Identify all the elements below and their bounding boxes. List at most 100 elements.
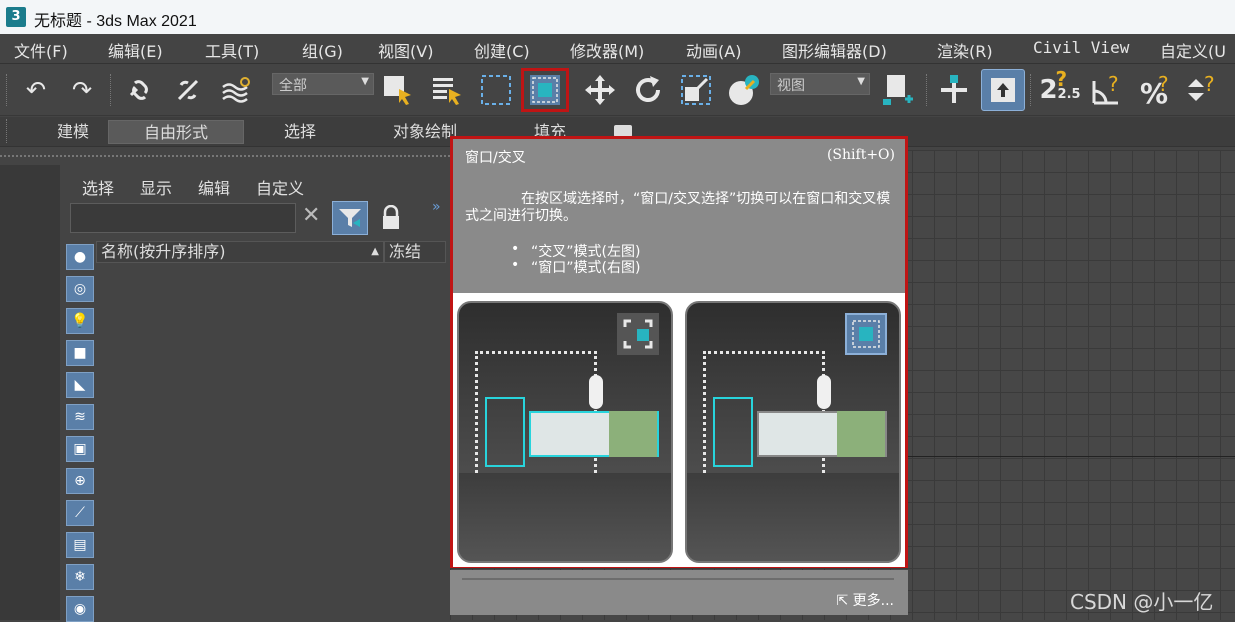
tooltip-title: 窗口/交叉 bbox=[465, 150, 526, 166]
menu-rendering[interactable]: 渲染(R) bbox=[937, 38, 993, 62]
container-icon: ▤ bbox=[73, 537, 87, 553]
menu-bar: 文件(F) 编辑(E) 工具(T) 组(G) 视图(V) 创建(C) 修改器(M… bbox=[0, 34, 1235, 64]
menu-modifiers[interactable]: 修改器(M) bbox=[570, 38, 644, 62]
link-button[interactable] bbox=[122, 72, 158, 108]
filter-icon bbox=[339, 209, 361, 227]
undo-icon: ↶ bbox=[25, 76, 47, 104]
display-space-warps-button[interactable]: ≋ bbox=[66, 404, 94, 430]
move-button[interactable] bbox=[582, 72, 618, 108]
cabinet-green-section bbox=[837, 411, 885, 457]
display-frozen-button[interactable]: ❄ bbox=[66, 564, 94, 590]
spinner-snap-icon: ? bbox=[1188, 73, 1215, 101]
angle-snap-button[interactable]: ? bbox=[1090, 72, 1126, 108]
display-hidden-button[interactable]: ◉ bbox=[66, 596, 94, 622]
snap-toggle-button[interactable]: 22.5? bbox=[1038, 67, 1082, 108]
menu-views[interactable]: 视图(V) bbox=[378, 38, 433, 62]
sphere-icon: ● bbox=[73, 249, 87, 265]
rectangular-selection-button[interactable] bbox=[478, 72, 514, 108]
sort-ascending-icon: ▲ bbox=[371, 246, 379, 257]
explorer-panel: 选择 显示 编辑 自定义 ✕ » 名称(按升序排序) ▲ 冻结 bbox=[62, 165, 450, 620]
explorer-search-input[interactable] bbox=[70, 203, 296, 233]
display-groups-button[interactable]: ▣ bbox=[66, 436, 94, 462]
tooltip-bullet-dot: • bbox=[511, 257, 520, 273]
select-object-icon bbox=[384, 76, 411, 105]
tab-freeform[interactable]: 自由形式 bbox=[108, 120, 244, 144]
window-crossing-button[interactable] bbox=[521, 68, 569, 112]
space-warp-icon bbox=[222, 77, 250, 103]
filter-toggle-button[interactable] bbox=[332, 201, 368, 235]
external-link-icon: ⇱ bbox=[836, 593, 849, 609]
pivot-point-icon bbox=[883, 75, 913, 105]
scale-button[interactable] bbox=[678, 72, 714, 108]
main-toolbar: ↶ ↷ 全部 ▼ 视图 ▼ 22.5 ? ? % ? ? bbox=[0, 64, 1235, 116]
svg-text:?: ? bbox=[1158, 73, 1169, 96]
menu-customize[interactable]: 自定义(U bbox=[1160, 38, 1226, 62]
select-by-name-button[interactable] bbox=[430, 72, 466, 108]
select-by-name-icon bbox=[433, 78, 461, 105]
menu-civil-view[interactable]: Civil View bbox=[1033, 38, 1129, 57]
spinner-snap-button[interactable]: ? bbox=[1184, 72, 1220, 108]
menu-animation[interactable]: 动画(A) bbox=[686, 38, 741, 62]
pivot-point-button[interactable] bbox=[880, 72, 916, 108]
crossing-mode-illustration bbox=[457, 301, 673, 563]
bind-space-warp-button[interactable] bbox=[218, 72, 254, 108]
display-geometry-button[interactable]: ● bbox=[66, 244, 94, 270]
watermark: CSDN @小一亿 bbox=[1070, 590, 1214, 614]
percent-snap-icon: %? bbox=[1140, 73, 1169, 107]
column-header-name[interactable]: 名称(按升序排序) ▲ bbox=[96, 241, 384, 263]
expand-panel-icon[interactable]: » bbox=[432, 199, 441, 215]
explorer-menu-edit[interactable]: 编辑 bbox=[198, 175, 230, 199]
rotate-button[interactable] bbox=[630, 72, 666, 108]
lock-icon[interactable] bbox=[380, 204, 402, 231]
display-lights-button[interactable]: 💡 bbox=[66, 308, 94, 334]
place-icon bbox=[729, 75, 759, 105]
tooltip-more-link[interactable]: ⇱ 更多... bbox=[836, 590, 894, 610]
menu-create[interactable]: 创建(C) bbox=[474, 38, 530, 62]
ribbon-grip bbox=[6, 119, 8, 143]
display-helpers-button[interactable]: ◣ bbox=[66, 372, 94, 398]
explorer-menu-select[interactable]: 选择 bbox=[82, 175, 114, 199]
shapes-icon: ◎ bbox=[73, 281, 87, 297]
selection-filter-dropdown[interactable]: 全部 ▼ bbox=[272, 73, 374, 95]
space-warp-icon: ≋ bbox=[74, 409, 86, 425]
percent-snap-button[interactable]: %? bbox=[1138, 72, 1174, 108]
shortcut-override-icon bbox=[991, 78, 1015, 102]
explorer-menu-customize[interactable]: 自定义 bbox=[256, 175, 304, 199]
place-button[interactable] bbox=[726, 72, 762, 108]
column-frozen-label: 冻结 bbox=[389, 242, 422, 261]
tooltip-description: 在按区域选择时，“窗口/交叉选择”切换可以在窗口和交叉模式之间进行切换。 bbox=[465, 191, 891, 224]
manipulate-icon bbox=[941, 75, 967, 103]
explorer-menu-display[interactable]: 显示 bbox=[140, 175, 172, 199]
app-logo-icon: 3 bbox=[6, 7, 26, 27]
undo-button[interactable]: ↶ bbox=[18, 72, 54, 108]
tooltip-illustration bbox=[453, 293, 905, 567]
column-header-frozen[interactable]: 冻结 bbox=[384, 241, 446, 263]
tab-selection[interactable]: 选择 bbox=[248, 120, 352, 144]
menu-file[interactable]: 文件(F) bbox=[14, 38, 68, 62]
display-containers-button[interactable]: ▤ bbox=[66, 532, 94, 558]
vase-shape bbox=[589, 375, 603, 409]
display-shapes-button[interactable]: ◎ bbox=[66, 276, 94, 302]
reference-coordinate-dropdown[interactable]: 视图 ▼ bbox=[770, 73, 870, 95]
display-bones-button[interactable]: ⟋ bbox=[66, 500, 94, 526]
explorer-filter-icons: ● ◎ 💡 ■ ◣ ≋ ▣ ⊕ ⟋ ▤ ❄ ◉ bbox=[66, 244, 94, 622]
snowflake-icon: ❄ bbox=[74, 569, 86, 585]
cabinet-green-section bbox=[609, 411, 657, 457]
keyboard-shortcut-override-button[interactable] bbox=[981, 69, 1025, 111]
menu-group[interactable]: 组(G) bbox=[302, 38, 343, 62]
tooltip-bullet-window: “窗口”模式(右图) bbox=[531, 260, 641, 276]
menu-tools[interactable]: 工具(T) bbox=[205, 38, 259, 62]
display-xrefs-button[interactable]: ⊕ bbox=[66, 468, 94, 494]
unlink-button[interactable] bbox=[170, 72, 206, 108]
display-cameras-button[interactable]: ■ bbox=[66, 340, 94, 366]
select-manipulate-button[interactable] bbox=[936, 72, 972, 108]
svg-text:?: ? bbox=[1108, 73, 1119, 96]
menu-graph-editors[interactable]: 图形编辑器(D) bbox=[782, 38, 887, 62]
clear-search-icon[interactable]: ✕ bbox=[302, 203, 320, 228]
move-icon bbox=[585, 75, 615, 105]
redo-button[interactable]: ↷ bbox=[64, 72, 100, 108]
toolbar-grip bbox=[6, 74, 8, 106]
toolbar-separator bbox=[110, 74, 112, 106]
select-object-button[interactable] bbox=[380, 72, 416, 108]
menu-edit[interactable]: 编辑(E) bbox=[108, 38, 163, 62]
